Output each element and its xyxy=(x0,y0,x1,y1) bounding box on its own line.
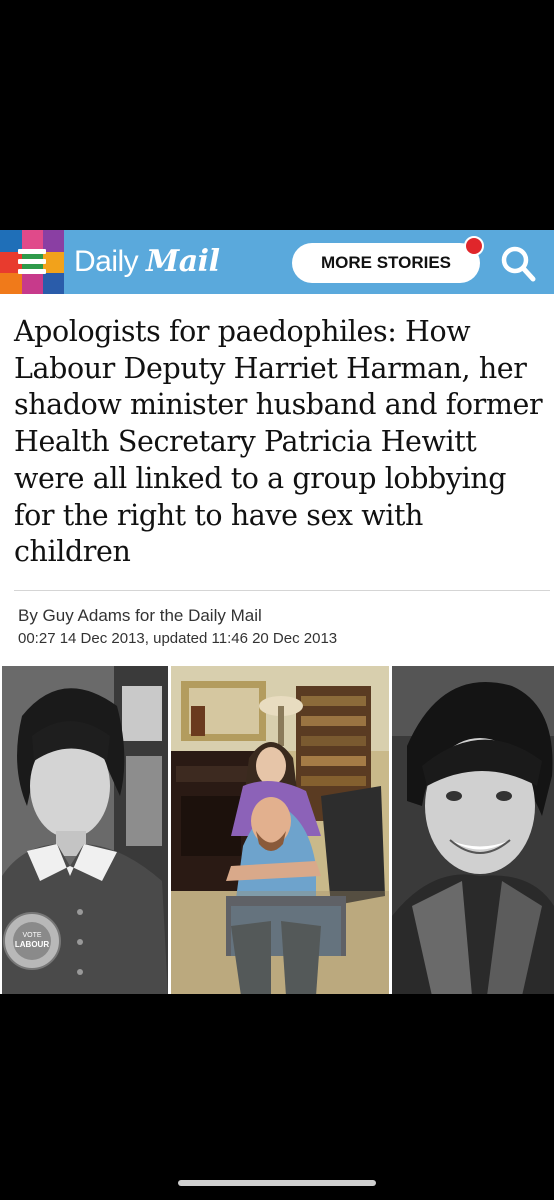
rosette-vote-text: VOTE xyxy=(22,932,41,939)
article-byline[interactable]: By Guy Adams for the Daily Mail xyxy=(18,606,262,626)
status-bar-area xyxy=(0,0,554,230)
article-photo-strip[interactable]: VOTE LABOUR xyxy=(0,666,554,996)
notification-dot xyxy=(464,236,484,256)
logo-word-daily: Daily xyxy=(74,245,139,278)
app-header: Daily Mail MORE STORIES xyxy=(0,230,554,294)
menu-button[interactable] xyxy=(0,230,64,294)
more-stories-button[interactable]: MORE STORIES xyxy=(292,243,480,283)
photo-harriet-harman[interactable]: VOTE LABOUR xyxy=(2,666,168,996)
logo-word-mail: Mail xyxy=(146,244,220,279)
article-content: Apologists for paedophiles: How Labour D… xyxy=(0,294,554,996)
article-dateline: 00:27 14 Dec 2013, updated 11:46 20 Dec … xyxy=(18,630,338,647)
hamburger-menu-icon xyxy=(18,247,46,275)
home-indicator[interactable] xyxy=(178,1180,376,1186)
article-headline: Apologists for paedophiles: How Labour D… xyxy=(14,315,543,569)
photo-couple[interactable] xyxy=(171,666,389,996)
daily-mail-logo[interactable]: Daily Mail xyxy=(74,244,220,279)
bottom-blank-area xyxy=(0,994,554,1200)
divider xyxy=(14,590,550,591)
search-icon[interactable] xyxy=(498,244,538,284)
rosette-labour-text: LABOUR xyxy=(15,940,49,949)
photo-patricia-hewitt[interactable] xyxy=(392,666,554,996)
